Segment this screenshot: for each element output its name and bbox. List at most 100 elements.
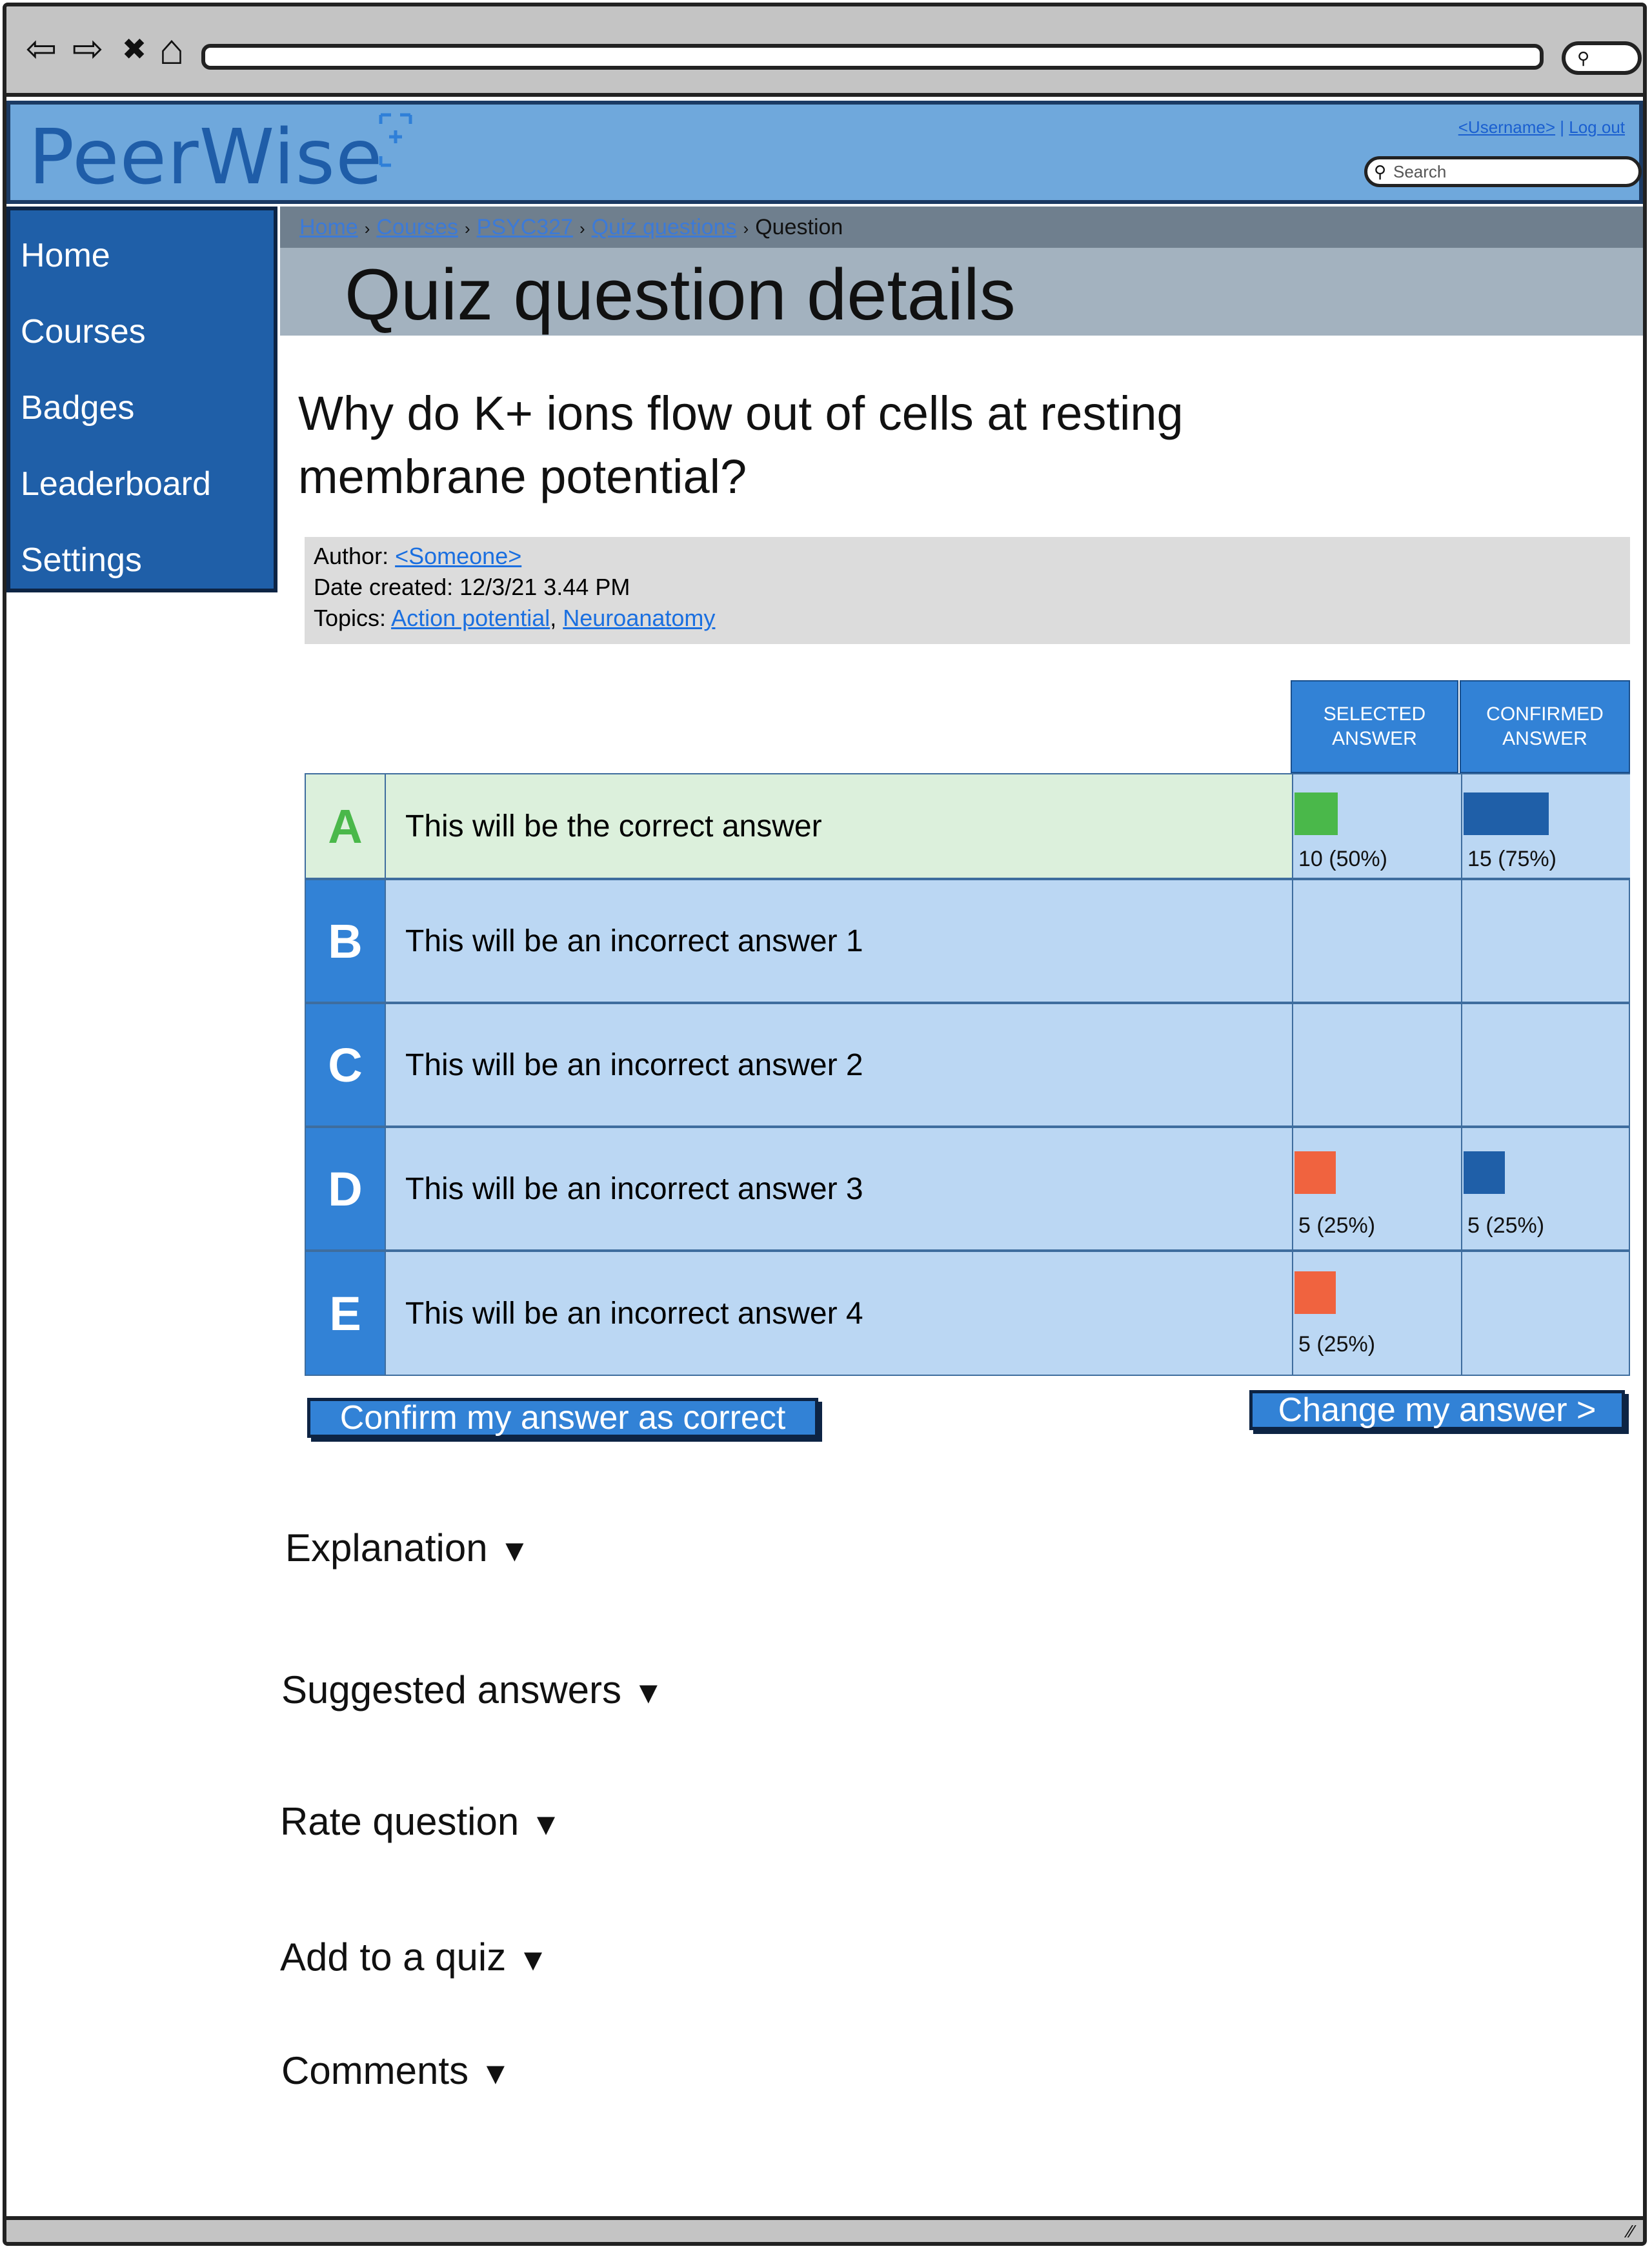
search-icon: ⚲ [1577, 48, 1590, 68]
close-icon[interactable]: ✖ [115, 30, 154, 68]
user-link-separator: | [1555, 117, 1569, 137]
sidebar-item-leaderboard[interactable]: Leaderboard [10, 452, 274, 528]
breadcrumb-quiz-questions[interactable]: Quiz questions [592, 215, 737, 239]
chevron-down-icon: ▼ [530, 1808, 561, 1842]
breadcrumb-separator: › [743, 219, 749, 238]
change-answer-button[interactable]: Change my answer > [1249, 1390, 1625, 1430]
chevron-down-icon: ▼ [518, 1943, 549, 1977]
date-label: Date created: [314, 574, 454, 600]
breadcrumb-courses[interactable]: Courses [376, 215, 458, 239]
author-link[interactable]: <Someone> [395, 543, 521, 569]
page-title: Quiz question details [345, 254, 1016, 335]
selected-answer-cell [1292, 880, 1461, 1002]
section-explanation[interactable]: Explanation ▼ [285, 1526, 530, 1570]
selected-answer-cell: 5 (25%) [1292, 1252, 1461, 1375]
answer-letter: B [306, 880, 386, 1002]
breadcrumb-separator: › [364, 219, 370, 238]
topic-link-action-potential[interactable]: Action potential [391, 605, 550, 631]
confirmed-answer-count: 15 (75%) [1467, 847, 1556, 871]
confirmed-answer-bar [1464, 792, 1549, 835]
peerwise-logo[interactable]: PeerWise [28, 112, 383, 201]
section-label: Explanation [285, 1526, 488, 1570]
question-meta: Author: <Someone> Date created: 12/3/21 … [305, 537, 1630, 644]
confirmed-answer-cell: 15 (75%) [1461, 774, 1630, 878]
selected-answer-count: 10 (50%) [1298, 847, 1387, 871]
user-links: <Username> | Log out [1458, 117, 1625, 137]
logout-link[interactable]: Log out [1569, 117, 1625, 137]
home-icon[interactable]: ⌂ [152, 28, 191, 70]
chevron-down-icon: ▼ [480, 2057, 511, 2091]
answer-letter: D [306, 1128, 386, 1249]
address-bar[interactable] [201, 44, 1544, 70]
resize-grip-icon[interactable]: ⁄⁄ [1628, 2221, 1634, 2242]
selected-answer-count: 5 (25%) [1298, 1213, 1376, 1238]
date-value: 12/3/21 3.44 PM [459, 574, 630, 600]
status-bar: ⁄⁄ [6, 2216, 1643, 2242]
username-link[interactable]: <Username> [1458, 117, 1555, 137]
selected-answer-cell: 10 (50%) [1292, 774, 1461, 878]
confirmed-answer-cell [1461, 880, 1630, 1002]
answer-row[interactable]: E This will be an incorrect answer 45 (25… [305, 1251, 1630, 1376]
forward-icon[interactable]: ⇨ [68, 30, 107, 68]
section-suggested-answers[interactable]: Suggested answers ▼ [281, 1668, 664, 1712]
topics-label: Topics: [314, 605, 387, 631]
answer-row[interactable]: B This will be an incorrect answer 1 [305, 879, 1630, 1003]
browser-window: ⇦ ⇨ ✖ ⌂ ⚲ PeerWise <Username> | Log out … [3, 3, 1647, 2246]
answer-letter: A [306, 774, 386, 878]
answer-row[interactable]: D This will be an incorrect answer 35 (25… [305, 1127, 1630, 1251]
browser-toolbar: ⇦ ⇨ ✖ ⌂ ⚲ [6, 6, 1643, 97]
topic-separator: , [550, 605, 557, 631]
breadcrumb-separator: › [579, 219, 585, 238]
selected-answer-bar [1294, 1271, 1336, 1314]
sidebar-item-badges[interactable]: Badges [10, 376, 274, 452]
selected-answer-bar [1294, 792, 1338, 835]
page-title-bar: Quiz question details [280, 248, 1643, 336]
selected-answer-cell [1292, 1004, 1461, 1126]
breadcrumb: Home › Courses › PSYC327 › Quiz questions › Ques… [280, 207, 1643, 248]
confirmed-answer-cell [1461, 1252, 1630, 1375]
topics-line: Topics: Action potential, Neuroanatomy [314, 603, 1621, 634]
breadcrumb-home[interactable]: Home [299, 215, 358, 239]
logo-sparkle-icon [377, 111, 414, 169]
answer-row[interactable]: C This will be an incorrect answer 2 [305, 1003, 1630, 1127]
confirmed-answer-cell: 5 (25%) [1461, 1128, 1630, 1249]
site-header: PeerWise <Username> | Log out ⚲ Search [6, 101, 1643, 204]
section-label: Rate question [280, 1800, 519, 1843]
answer-row[interactable]: A This will be the correct answer 10 (50%)… [305, 773, 1630, 879]
selected-answer-count: 5 (25%) [1298, 1332, 1376, 1357]
breadcrumb-separator: › [464, 219, 470, 238]
confirm-answer-button[interactable]: Confirm my answer as correct [307, 1398, 818, 1438]
section-add-to-quiz[interactable]: Add to a quiz ▼ [280, 1935, 549, 1979]
back-icon[interactable]: ⇦ [22, 30, 61, 68]
answer-letter: E [306, 1252, 386, 1375]
confirmed-answer-header: CONFIRMED ANSWER [1460, 680, 1630, 773]
breadcrumb-course[interactable]: PSYC327 [477, 215, 573, 239]
sidebar-item-settings[interactable]: Settings [10, 528, 274, 604]
author-label: Author: [314, 543, 389, 569]
answer-letter: C [306, 1004, 386, 1126]
site-search-input[interactable]: ⚲ Search [1364, 156, 1642, 187]
chevron-down-icon: ▼ [633, 1676, 664, 1710]
topic-link-neuroanatomy[interactable]: Neuroanatomy [563, 605, 715, 631]
section-label: Suggested answers [281, 1668, 621, 1711]
confirmed-answer-bar [1464, 1151, 1505, 1194]
breadcrumb-current: Question [755, 215, 843, 239]
selected-answer-bar [1294, 1151, 1336, 1194]
browser-search-field[interactable]: ⚲ [1562, 41, 1642, 75]
confirmed-answer-cell [1461, 1004, 1630, 1126]
chevron-down-icon: ▼ [499, 1534, 530, 1568]
selected-answer-header: SELECTED ANSWER [1291, 680, 1458, 773]
search-icon: ⚲ [1374, 162, 1387, 181]
sidebar-item-courses[interactable]: Courses [10, 299, 274, 376]
confirmed-answer-count: 5 (25%) [1467, 1213, 1545, 1238]
section-rate-question[interactable]: Rate question ▼ [280, 1799, 561, 1844]
sidebar-item-home[interactable]: Home [10, 223, 274, 299]
section-label: Comments [281, 2049, 469, 2092]
search-placeholder: Search [1393, 162, 1447, 181]
question-text: Why do K+ ions flow out of cells at rest… [298, 387, 1184, 503]
section-label: Add to a quiz [280, 1935, 507, 1979]
selected-answer-cell: 5 (25%) [1292, 1128, 1461, 1249]
sidebar-nav: Home Courses Badges Leaderboard Settings [6, 207, 277, 592]
section-comments[interactable]: Comments ▼ [281, 2048, 511, 2093]
author-line: Author: <Someone> [314, 541, 1621, 572]
